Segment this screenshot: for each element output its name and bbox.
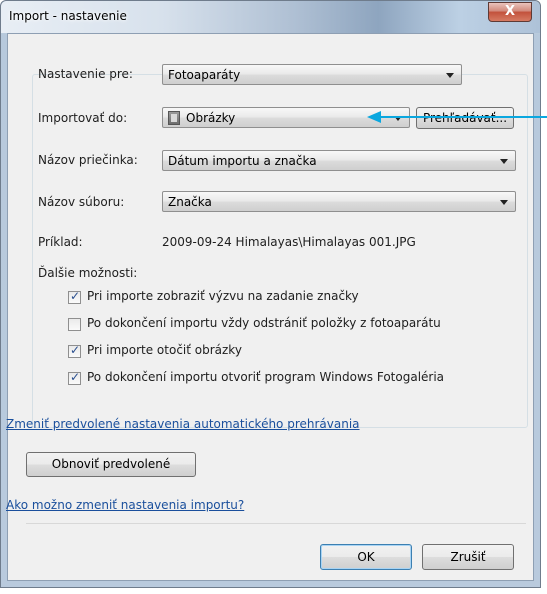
checkbox-rotate-pictures-label: Pri importe otočiť obrázky	[87, 343, 242, 357]
checkbox-delete-after-import-label: Po dokončení importu vždy odstrániť polo…	[87, 316, 441, 330]
cancel-button[interactable]: Zrušiť	[422, 544, 514, 570]
import-help-link[interactable]: Ako možno zmeniť nastavenia importu?	[6, 498, 244, 512]
chevron-down-icon	[446, 73, 454, 78]
divider	[26, 523, 526, 524]
settings-for-dropdown[interactable]: Fotoaparáty	[162, 64, 462, 85]
restore-defaults-button[interactable]: Obnoviť predvolené	[26, 452, 196, 477]
checkbox-prompt-tag-label: Pri importe zobraziť výzvu na zadanie zn…	[87, 289, 359, 303]
ok-button[interactable]: OK	[320, 544, 412, 570]
window-title: Import - nastavenie	[9, 9, 127, 23]
import-to-label: Importovať do:	[38, 111, 128, 125]
example-label: Príklad:	[38, 235, 83, 249]
chevron-down-icon	[500, 200, 508, 205]
file-name-value: Značka	[168, 195, 212, 209]
example-value: 2009-09-24 Himalayas\Himalayas 001.JPG	[162, 235, 416, 249]
settings-for-value: Fotoaparáty	[168, 68, 241, 82]
checkbox-rotate-pictures[interactable]	[68, 343, 81, 358]
import-to-value: Obrázky	[186, 111, 236, 125]
change-autoplay-link[interactable]: Zmeniť predvolené nastavenia automatické…	[6, 417, 360, 431]
chevron-down-icon	[500, 159, 508, 164]
folder-name-dropdown[interactable]: Dátum importu a značka	[162, 150, 516, 171]
settings-for-label: Nastavenie pre:	[38, 67, 133, 81]
import-settings-window: Import - nastavenie X Nastavenie pre: Fo…	[0, 0, 541, 588]
checkbox-delete-after-import[interactable]	[68, 318, 81, 331]
file-name-dropdown[interactable]: Značka	[162, 191, 516, 212]
close-button[interactable]: X	[488, 2, 532, 22]
checkbox-prompt-tag[interactable]	[68, 289, 81, 304]
checkbox-open-gallery-label: Po dokončení importu otvoriť program Win…	[87, 370, 445, 384]
browse-button[interactable]: Prehľadávať...	[416, 107, 514, 129]
more-options-label: Ďalšie možnosti:	[38, 266, 138, 280]
callout-arrow-icon	[367, 111, 381, 123]
folder-name-value: Dátum importu a značka	[168, 154, 317, 168]
checkbox-open-gallery[interactable]	[68, 370, 81, 385]
folder-name-label: Názov priečinka:	[38, 153, 138, 167]
pictures-folder-icon	[168, 111, 180, 125]
title-bar[interactable]: Import - nastavenie X	[1, 1, 540, 33]
file-name-label: Názov súboru:	[38, 195, 125, 209]
callout-line	[380, 116, 547, 118]
